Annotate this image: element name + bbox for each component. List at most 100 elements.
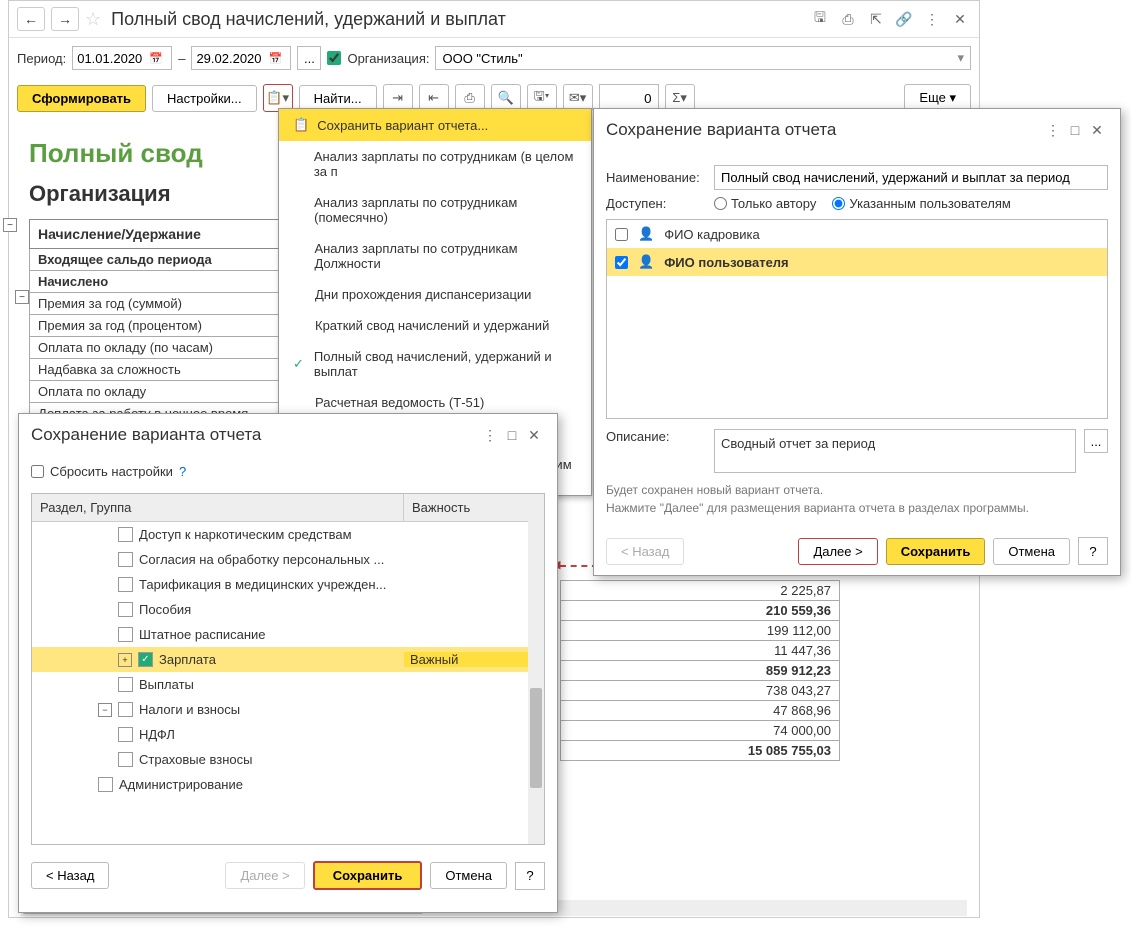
desc-input[interactable]: Сводный отчет за период xyxy=(714,429,1076,473)
tree-checkbox[interactable]: ✓ xyxy=(138,652,153,667)
tree-row[interactable]: НДФЛ xyxy=(32,722,544,747)
value-cell: 210 559,36 xyxy=(560,601,840,621)
tree-checkbox[interactable] xyxy=(118,602,133,617)
value-cell: 74 000,00 xyxy=(560,721,840,741)
org-label: Организация: xyxy=(347,51,429,66)
tree-checkbox[interactable] xyxy=(118,752,133,767)
tree-row[interactable]: Тарификация в медицинских учрежден... xyxy=(32,572,544,597)
table-row: Премия за год (суммой) xyxy=(30,293,289,315)
tree-label: Штатное расписание xyxy=(139,627,266,642)
user-checkbox[interactable] xyxy=(615,256,628,269)
calendar-icon[interactable]: 📅 xyxy=(268,52,284,65)
save-variant-dialog-1: Сохранение варианта отчета ⋮ □ ✕ Наимено… xyxy=(593,108,1121,576)
user-checkbox[interactable] xyxy=(615,228,628,241)
menu-item-current[interactable]: ✓Полный свод начислений, удержаний и вып… xyxy=(279,341,591,387)
user-row-selected[interactable]: 👤 ФИО пользователя xyxy=(607,248,1107,276)
menu-item-save-variant[interactable]: 📋Сохранить вариант отчета... xyxy=(279,109,591,141)
expand-icon[interactable]: + xyxy=(118,653,132,667)
calendar-icon[interactable]: 📅 xyxy=(149,52,165,65)
favorite-icon[interactable]: ☆ xyxy=(85,9,101,30)
tree-checkbox[interactable] xyxy=(118,527,133,542)
link-icon[interactable]: 🔗 xyxy=(893,8,915,30)
reset-checkbox[interactable] xyxy=(31,465,44,478)
tree-row[interactable]: Администрирование xyxy=(32,772,544,797)
org-field[interactable]: ▾ xyxy=(435,46,971,70)
tree-label: Пособия xyxy=(139,602,191,617)
period-picker-button[interactable]: ... xyxy=(297,46,321,70)
table-row: Оплата по окладу (по часам) xyxy=(30,337,289,359)
tree-row[interactable]: −Налоги и взносы xyxy=(32,697,544,722)
name-input[interactable] xyxy=(714,165,1108,190)
close-icon[interactable]: ✕ xyxy=(949,8,971,30)
vertical-scrollbar[interactable] xyxy=(528,518,544,844)
tree-checkbox[interactable] xyxy=(118,727,133,742)
date-to-input[interactable] xyxy=(196,51,268,66)
save-icon[interactable]: 🖫 xyxy=(809,8,831,30)
dropdown-icon[interactable]: ▾ xyxy=(957,50,964,66)
dialog-header: Сохранение варианта отчета ⋮ □ ✕ xyxy=(594,109,1120,151)
tree-checkbox[interactable] xyxy=(98,777,113,792)
back-button[interactable]: < Назад xyxy=(606,538,684,565)
help-button[interactable]: ? xyxy=(515,862,545,890)
user-row[interactable]: 👤 ФИО кадровика xyxy=(607,220,1107,248)
org-checkbox[interactable] xyxy=(327,51,341,65)
tree-row[interactable]: Согласия на обработку персональных ... xyxy=(32,547,544,572)
expand-icon[interactable]: − xyxy=(98,703,112,717)
dialog-more-icon[interactable]: ⋮ xyxy=(1042,119,1064,141)
help-button[interactable]: ? xyxy=(1078,537,1108,565)
tree-checkbox[interactable] xyxy=(118,627,133,642)
next-button[interactable]: Далее > xyxy=(225,862,304,889)
nav-forward-button[interactable]: → xyxy=(51,7,79,31)
generate-button[interactable]: Сформировать xyxy=(17,85,146,112)
tree-row[interactable]: +✓ЗарплатаВажный xyxy=(32,647,544,672)
export-icon[interactable]: ⇱ xyxy=(865,8,887,30)
menu-item[interactable]: Анализ зарплаты по сотрудникам (помесячн… xyxy=(279,187,591,233)
tree-row[interactable]: Пособия xyxy=(32,597,544,622)
tree-label: Доступ к наркотическим средствам xyxy=(139,527,352,542)
tree-checkbox[interactable] xyxy=(118,552,133,567)
tree-checkbox[interactable] xyxy=(118,677,133,692)
date-from-input[interactable] xyxy=(77,51,149,66)
nav-back-button[interactable]: ← xyxy=(17,7,45,31)
cancel-button[interactable]: Отмена xyxy=(993,538,1070,565)
date-from-field[interactable]: 📅 xyxy=(72,46,172,70)
table-row: Входящее сальдо периода xyxy=(30,249,289,271)
tree-row[interactable]: Доступ к наркотическим средствам xyxy=(32,522,544,547)
tree-label: Согласия на обработку персональных ... xyxy=(139,552,384,567)
save-button[interactable]: Сохранить xyxy=(313,861,423,890)
user-icon: 👤 xyxy=(638,254,654,270)
tree-row[interactable]: Страховые взносы xyxy=(32,747,544,772)
radio-users[interactable]: Указанным пользователям xyxy=(832,196,1010,211)
menu-item[interactable]: Анализ зарплаты по сотрудникам Должности xyxy=(279,233,591,279)
settings-button[interactable]: Настройки... xyxy=(152,85,257,112)
next-button[interactable]: Далее > xyxy=(798,538,877,565)
date-to-field[interactable]: 📅 xyxy=(191,46,291,70)
tree-toggle-2[interactable]: − xyxy=(15,290,29,304)
help-link-icon[interactable]: ? xyxy=(179,464,186,479)
cancel-button[interactable]: Отмена xyxy=(430,862,507,889)
radio-author[interactable]: Только автору xyxy=(714,196,816,211)
tree-row[interactable]: Штатное расписание xyxy=(32,622,544,647)
tree-row[interactable]: Выплаты xyxy=(32,672,544,697)
menu-item[interactable]: Краткий свод начислений и удержаний xyxy=(279,310,591,341)
table-row: Оплата по окладу xyxy=(30,381,289,403)
save-button[interactable]: Сохранить xyxy=(886,538,986,565)
dialog-close-icon[interactable]: ✕ xyxy=(523,424,545,446)
dialog-maximize-icon[interactable]: □ xyxy=(1064,119,1086,141)
menu-item[interactable]: Анализ зарплаты по сотрудникам (в целом … xyxy=(279,141,591,187)
back-button[interactable]: < Назад xyxy=(31,862,109,889)
dialog-more-icon[interactable]: ⋮ xyxy=(479,424,501,446)
org-input[interactable] xyxy=(442,51,957,66)
dialog-close-icon[interactable]: ✕ xyxy=(1086,119,1108,141)
desc-expand-button[interactable]: ... xyxy=(1084,429,1108,453)
print-icon[interactable]: ⎙ xyxy=(837,8,859,30)
table-header: Начисление/Удержание xyxy=(30,220,289,249)
value-cell: 738 043,27 xyxy=(560,681,840,701)
tree-checkbox[interactable] xyxy=(118,702,133,717)
tree-toggle-1[interactable]: − xyxy=(3,218,17,232)
more-icon[interactable]: ⋮ xyxy=(921,8,943,30)
tree-checkbox[interactable] xyxy=(118,577,133,592)
tree-header: Раздел, Группа Важность xyxy=(32,494,544,522)
menu-item[interactable]: Дни прохождения диспансеризации xyxy=(279,279,591,310)
dialog-maximize-icon[interactable]: □ xyxy=(501,424,523,446)
